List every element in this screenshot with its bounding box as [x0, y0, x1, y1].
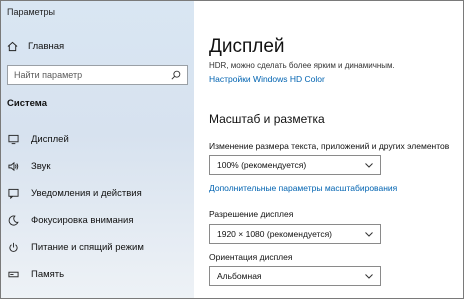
sidebar-item-label: Память	[31, 269, 65, 280]
orientation-dropdown[interactable]: Альбомная	[209, 266, 381, 286]
scale-value: 100% (рекомендуется)	[217, 160, 307, 170]
advanced-scaling-link[interactable]: Дополнительные параметры масштабирования	[209, 183, 397, 193]
window-title: Параметры	[7, 7, 55, 17]
power-icon	[9, 242, 18, 252]
search-icon[interactable]	[171, 70, 181, 80]
resolution-value: 1920 × 1080 (рекомендуется)	[217, 229, 332, 239]
hdr-settings-link[interactable]: Настройки Windows HD Color	[209, 74, 325, 84]
sidebar-item-sound[interactable]: Звук	[1, 153, 194, 180]
sidebar-item-label: Дисплей	[31, 134, 69, 145]
sidebar-item-focus-assist[interactable]: Фокусировка внимания	[1, 207, 194, 234]
chevron-down-icon	[365, 231, 373, 237]
resolution-dropdown[interactable]: 1920 × 1080 (рекомендуется)	[209, 224, 381, 244]
sidebar-item-label: Звук	[31, 161, 51, 172]
notification-icon	[8, 188, 19, 199]
search-box[interactable]	[7, 65, 188, 85]
home-label: Главная	[28, 40, 65, 52]
sidebar-item-power-sleep[interactable]: Питание и спящий режим	[1, 234, 194, 261]
speaker-icon	[8, 161, 19, 172]
monitor-icon	[8, 134, 19, 145]
chevron-down-icon	[365, 162, 373, 168]
hdr-description: HDR, можно сделать более ярким и динамич…	[209, 61, 395, 70]
scale-label: Изменение размера текста, приложений и д…	[209, 141, 450, 151]
sidebar: Параметры Главная Система Дисплей	[1, 1, 194, 298]
sidebar-nav: Дисплей Звук Уведомления и действия Фоку…	[1, 126, 194, 288]
main-content: Дисплей HDR, можно сделать более ярким и…	[194, 1, 463, 298]
search-input[interactable]	[14, 70, 171, 80]
section-title: Система	[7, 98, 47, 109]
sidebar-item-notifications[interactable]: Уведомления и действия	[1, 180, 194, 207]
sidebar-item-label: Фокусировка внимания	[31, 215, 134, 226]
settings-window: Параметры Главная Система Дисплей	[0, 0, 464, 299]
sidebar-item-storage[interactable]: Память	[1, 261, 194, 288]
sidebar-item-label: Питание и спящий режим	[31, 242, 144, 253]
chevron-down-icon	[365, 273, 373, 279]
home-nav-item[interactable]: Главная	[7, 38, 64, 54]
resolution-label: Разрешение дисплея	[209, 209, 294, 219]
scale-dropdown[interactable]: 100% (рекомендуется)	[209, 155, 381, 175]
sidebar-item-display[interactable]: Дисплей	[1, 126, 194, 153]
orientation-value: Альбомная	[217, 271, 262, 281]
scale-layout-heading: Масштаб и разметка	[209, 112, 325, 126]
moon-icon	[8, 215, 19, 226]
home-icon	[7, 41, 18, 51]
storage-icon	[8, 271, 19, 278]
orientation-label: Ориентация дисплея	[209, 252, 293, 262]
sidebar-item-label: Уведомления и действия	[31, 188, 142, 199]
page-title: Дисплей	[209, 36, 285, 57]
